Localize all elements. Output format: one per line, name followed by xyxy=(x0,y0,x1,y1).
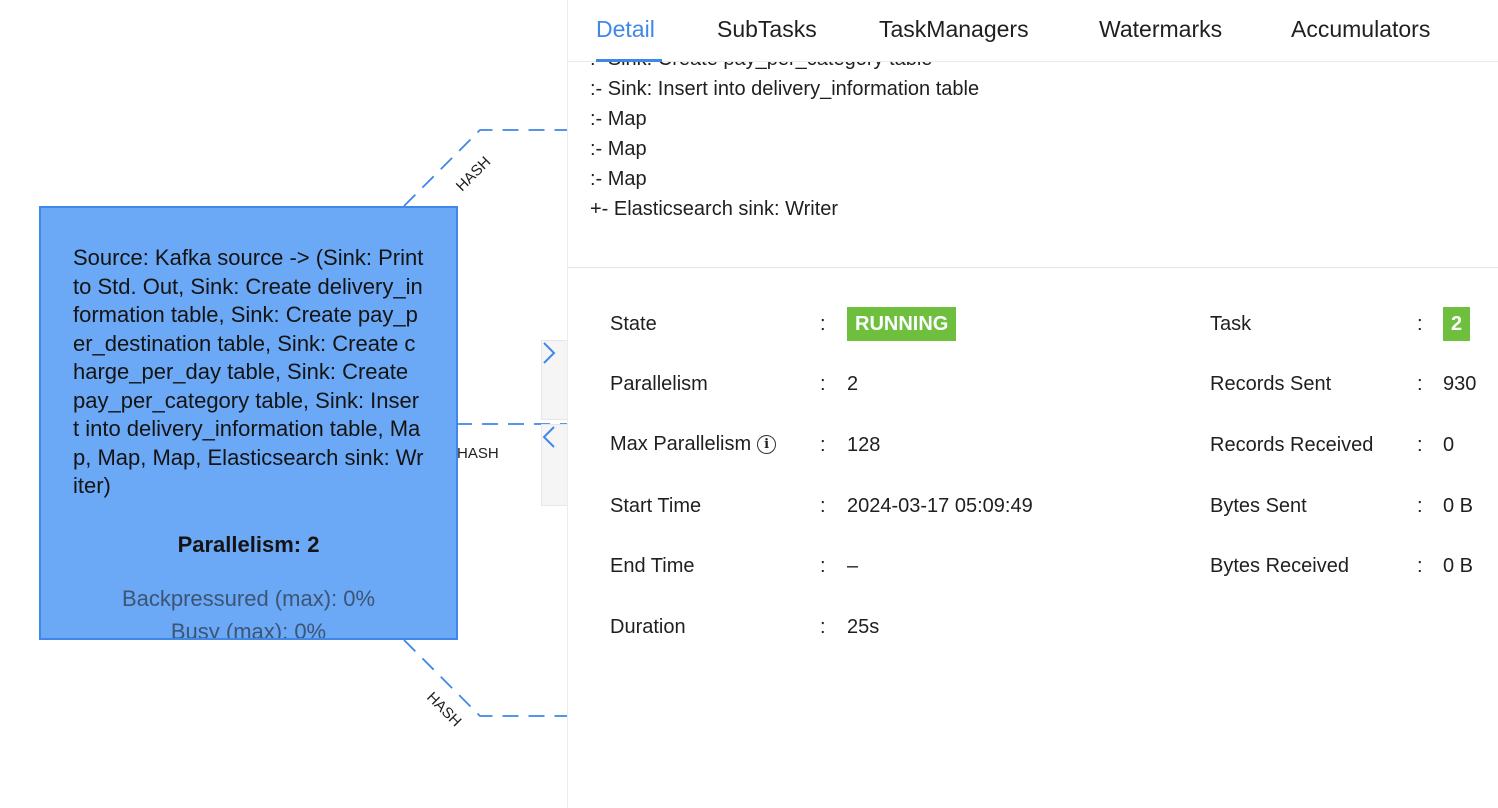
label-records-sent: Records Sent xyxy=(1210,373,1331,396)
tab-detail[interactable]: Detail xyxy=(596,16,655,43)
label-records-received: Records Received xyxy=(1210,434,1373,457)
separator: : xyxy=(820,434,826,456)
label-text: State xyxy=(610,313,657,335)
plan-line: :- Map xyxy=(590,138,647,160)
plan-line: :- Map xyxy=(590,168,647,190)
separator: : xyxy=(1417,313,1423,335)
label-text: Records Sent xyxy=(1210,373,1332,395)
job-graph-canvas[interactable]: HASH HASH HASH Source: Kafka source -> (… xyxy=(0,0,567,808)
node-description: Source: Kafka source -> (Sink: Print to … xyxy=(73,245,424,498)
active-tab-indicator xyxy=(596,59,662,62)
task-count-badge: 2 xyxy=(1443,307,1471,341)
tab-subtasks[interactable]: SubTasks xyxy=(717,16,817,43)
label-start-time: Start Time xyxy=(610,495,701,518)
label-bytes-sent: Bytes Sent xyxy=(1210,495,1307,518)
label-bytes-received: Bytes Received xyxy=(1210,555,1349,578)
label-text: Task xyxy=(1210,313,1252,335)
separator: : xyxy=(820,495,826,517)
operator-plan: :- Sink: Create pay_per_category table :… xyxy=(590,44,1470,224)
edge-label-bottom: HASH xyxy=(423,689,464,730)
separator: : xyxy=(820,555,826,577)
tab-watermarks[interactable]: Watermarks xyxy=(1099,16,1222,43)
separator: : xyxy=(1417,373,1423,395)
expand-panel-button[interactable] xyxy=(541,340,567,420)
label-text: Parallelism xyxy=(610,373,708,395)
label-end-time: End Time xyxy=(610,555,694,578)
operator-node[interactable]: Source: Kafka source -> (Sink: Print to … xyxy=(39,206,458,640)
value-start-time: 2024-03-17 05:09:49 xyxy=(847,495,1033,517)
value-bytes-sent: 0 B xyxy=(1443,495,1474,517)
value-parallelism: 2 xyxy=(847,373,859,395)
separator: : xyxy=(820,313,826,335)
label-text: End Time xyxy=(610,555,695,577)
tab-accumulators[interactable]: Accumulators xyxy=(1291,16,1430,43)
value-records-received: 0 xyxy=(1443,434,1455,456)
label-parallelism: Parallelism xyxy=(610,373,708,396)
collapse-panel-button[interactable] xyxy=(541,424,567,506)
label-text: Bytes Received xyxy=(1210,555,1349,577)
value-duration: 25s xyxy=(847,616,880,638)
label-text: Max Parallelism xyxy=(610,433,752,455)
node-busy: Busy (max): 0% xyxy=(170,619,327,640)
edge-label-top: HASH xyxy=(453,153,494,194)
state-badge: RUNNING xyxy=(847,307,957,341)
node-parallelism: Parallelism: 2 xyxy=(177,532,320,557)
value-bytes-received: 0 B xyxy=(1443,555,1474,577)
label-task: Task xyxy=(1210,313,1251,336)
plan-line: :- Map xyxy=(590,108,647,130)
label-max-parallelism: Max Parallelism i xyxy=(610,433,777,456)
value-records-sent: 930 xyxy=(1443,373,1477,395)
label-duration: Duration xyxy=(610,616,686,639)
plan-line: +- Elasticsearch sink: Writer xyxy=(590,198,839,220)
info-icon[interactable]: i xyxy=(757,435,777,454)
node-backpressured: Backpressured (max): 0% xyxy=(121,586,376,611)
label-text: Records Received xyxy=(1210,434,1374,456)
detail-tabs: Detail SubTasks TaskManagers Watermarks … xyxy=(568,0,1498,62)
separator: : xyxy=(820,373,826,395)
value-end-time: – xyxy=(847,555,859,577)
tab-taskmanagers[interactable]: TaskManagers xyxy=(879,16,1029,43)
edge-label-middle: HASH xyxy=(457,445,499,462)
separator: : xyxy=(1417,495,1423,517)
separator: : xyxy=(1417,555,1423,577)
section-divider xyxy=(568,267,1498,268)
separator: : xyxy=(1417,434,1423,456)
label-text: Start Time xyxy=(610,495,702,517)
plan-line: :- Sink: Insert into delivery_informatio… xyxy=(590,78,980,100)
value-max-parallelism: 128 xyxy=(847,434,881,456)
label-state: State xyxy=(610,313,657,336)
label-text: Duration xyxy=(610,616,686,638)
vertex-detail-panel: Detail SubTasks TaskManagers Watermarks … xyxy=(567,0,1498,808)
separator: : xyxy=(820,616,826,638)
label-text: Bytes Sent xyxy=(1210,495,1307,517)
